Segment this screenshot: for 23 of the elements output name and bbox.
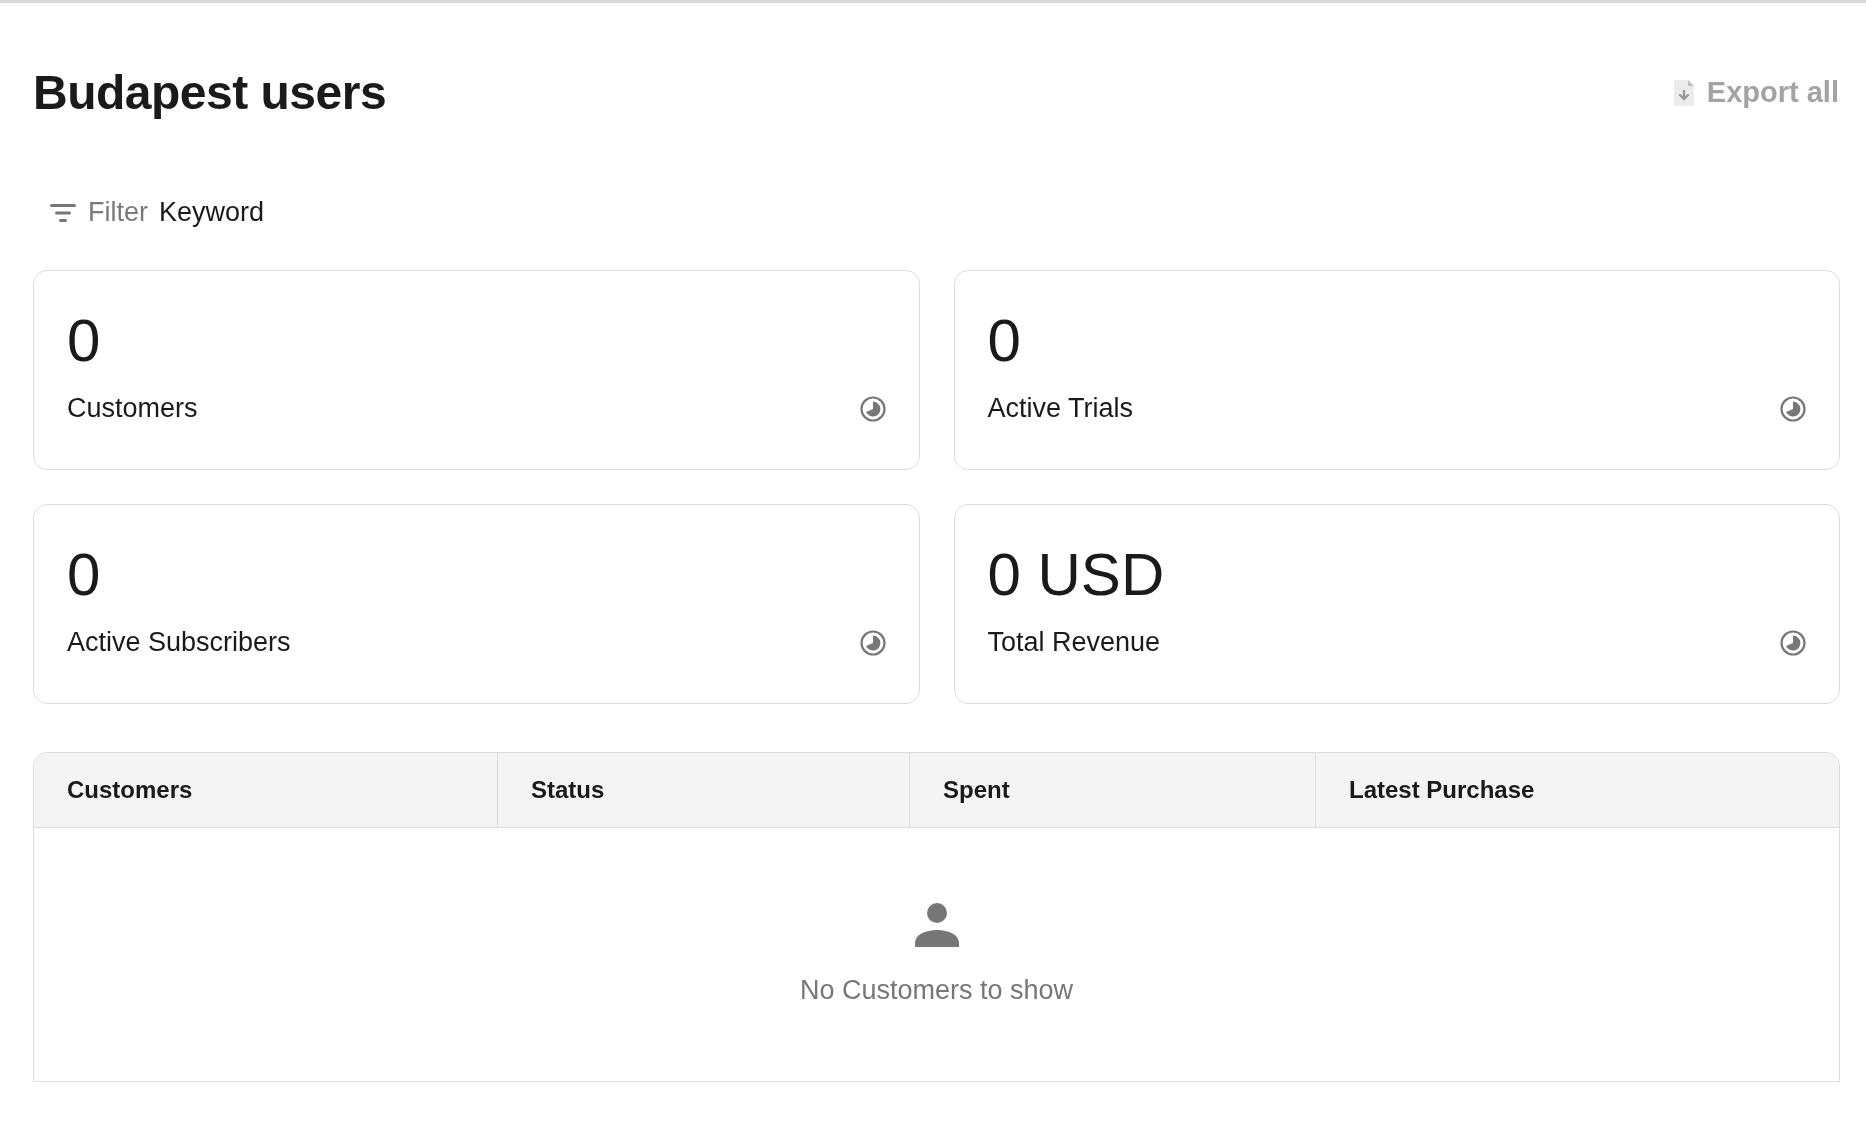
filter-keyword[interactable]: Keyword [159, 197, 265, 228]
column-header[interactable]: Spent [909, 753, 1315, 827]
page-title: Budapest users [33, 65, 387, 120]
pie-chart-icon[interactable] [1780, 629, 1806, 656]
file-download-icon [1672, 78, 1695, 107]
stat-label: Total Revenue [987, 627, 1161, 658]
column-header[interactable]: Status [497, 753, 909, 827]
filter-icon[interactable] [49, 202, 77, 223]
pie-chart-icon[interactable] [859, 395, 886, 422]
column-header[interactable]: Latest Purchase [1315, 753, 1839, 827]
stat-label: Active Subscribers [67, 627, 291, 658]
pie-chart-icon[interactable] [1780, 395, 1806, 422]
column-header[interactable]: Customers [34, 753, 497, 827]
stat-label: Customers [67, 393, 198, 424]
stat-value: 0 USD [987, 543, 1166, 607]
pie-chart-icon[interactable] [859, 629, 886, 656]
stat-value: 0 [67, 309, 102, 373]
person-icon [913, 901, 960, 947]
stat-value: 0 [67, 543, 102, 607]
empty-message: No Customers to show [799, 975, 1074, 1006]
stat-value: 0 [987, 309, 1022, 373]
filter-label: Filter [88, 197, 148, 228]
stat-label: Active Trials [987, 393, 1134, 424]
